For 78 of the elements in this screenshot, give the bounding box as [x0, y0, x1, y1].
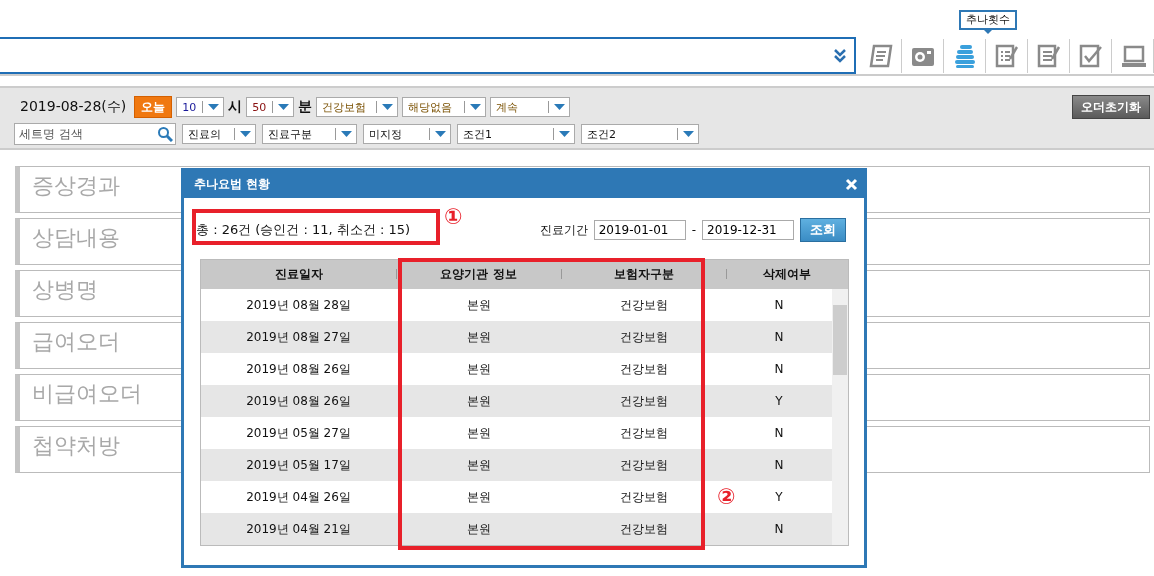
table-cell: 2019년 05월 17일 — [246, 456, 351, 474]
dropdown[interactable]: 계속 — [490, 97, 571, 117]
table-cell: 건강보험 — [619, 488, 668, 506]
hour-unit: 시 — [228, 98, 243, 116]
table-cell: 2019년 04월 26일 — [246, 488, 351, 506]
table-cell: 건강보험 — [619, 328, 668, 346]
column-header: 요양기관 정보 — [396, 266, 561, 283]
table-cell: 건강보험 — [619, 456, 668, 474]
table-cell: 본원 — [466, 488, 491, 506]
search-icon[interactable] — [157, 126, 173, 142]
dropdown-arrow-icon — [683, 131, 694, 137]
dropdown-arrow-icon — [341, 131, 352, 137]
dropdown[interactable]: 50 — [246, 97, 295, 117]
notepad-icon — [1035, 42, 1062, 69]
table-cell: N — [774, 426, 784, 440]
column-header: 삭제여부 — [726, 266, 848, 283]
document-icon — [867, 42, 894, 69]
table-cell: Y — [775, 394, 783, 408]
date-text: 2019-08-28(수) — [20, 98, 127, 116]
scrollbar[interactable] — [832, 289, 848, 545]
table-cell: 2019년 08월 28일 — [246, 296, 351, 314]
reset-order-button[interactable]: 오더초기화 — [1072, 95, 1150, 119]
table-cell: 2019년 08월 27일 — [246, 328, 351, 346]
dropdown[interactable]: 진료구분 — [262, 124, 357, 144]
marker-number: ② — [717, 486, 736, 508]
dropdown-arrow-icon — [208, 104, 220, 110]
table-cell: 건강보험 — [619, 392, 668, 410]
minute-unit: 분 — [298, 98, 313, 116]
dropdown-arrow-icon — [554, 104, 566, 110]
table-cell: N — [774, 362, 784, 376]
column-header: 진료일자 — [273, 266, 324, 283]
table-cell: N — [774, 458, 784, 472]
table-cell: 2019년 08월 26일 — [246, 392, 351, 410]
date-field[interactable]: 2019-01-01 — [593, 220, 686, 240]
table-cell: 본원 — [466, 456, 491, 474]
table-cell: N — [774, 522, 784, 536]
table-cell: 2019년 04월 21일 — [246, 520, 351, 538]
date-field[interactable]: 2019-12-31 — [702, 220, 794, 240]
dropdown-arrow-icon — [470, 104, 482, 110]
table-cell: 2019년 08월 26일 — [246, 360, 351, 378]
close-button[interactable] — [845, 178, 858, 191]
table-cell: 건강보험 — [619, 424, 668, 442]
table-cell: 건강보험 — [619, 296, 668, 314]
checklist-icon — [993, 42, 1020, 69]
search-field[interactable]: 세트명 검색 — [14, 123, 176, 145]
table-cell: 본원 — [466, 328, 491, 346]
period-label: 진료기간 — [539, 221, 588, 239]
table-cell: 본원 — [466, 424, 491, 442]
dropdown[interactable]: 미지정 — [363, 124, 451, 144]
input-field[interactable] — [0, 37, 856, 74]
table-cell: 본원 — [466, 520, 491, 538]
table-cell: Y — [775, 490, 783, 504]
dropdown-arrow-icon — [240, 131, 251, 137]
column-header: 보험자구분 — [561, 266, 726, 283]
table-cell: 본원 — [466, 360, 491, 378]
dropdown[interactable]: 조건1 — [457, 124, 575, 144]
table-cell: 2019년 05월 27일 — [246, 424, 351, 442]
dropdown[interactable]: 해당없음 — [402, 97, 487, 117]
summary-text: 총 : 26건 (승인건 : 11, 취소건 : 15) — [196, 221, 411, 239]
table-cell: N — [774, 298, 784, 312]
table-cell: 본원 — [466, 392, 491, 410]
dropdown-arrow-icon — [278, 104, 290, 110]
dropdown-arrow-icon — [435, 131, 446, 137]
table-cell: N — [774, 330, 784, 344]
date-separator: - — [691, 223, 696, 237]
dropdown[interactable]: 10 — [176, 97, 225, 117]
dropdown[interactable]: 건강보험 — [316, 97, 399, 117]
dropdown[interactable]: 조건2 — [581, 124, 699, 144]
dropdown-arrow-icon — [559, 131, 570, 137]
dialog-title: 추나요법 현황 — [194, 176, 271, 193]
table-cell: 건강보험 — [619, 520, 668, 538]
marker-number: ① — [444, 206, 463, 228]
table-cell: 본원 — [466, 296, 491, 314]
double-chevron-icon[interactable] — [834, 48, 846, 63]
checkbox-icon — [1077, 42, 1104, 69]
dropdown[interactable]: 진료의 — [182, 124, 256, 144]
dropdown-arrow-icon — [382, 104, 394, 110]
table-cell: 건강보험 — [619, 360, 668, 378]
